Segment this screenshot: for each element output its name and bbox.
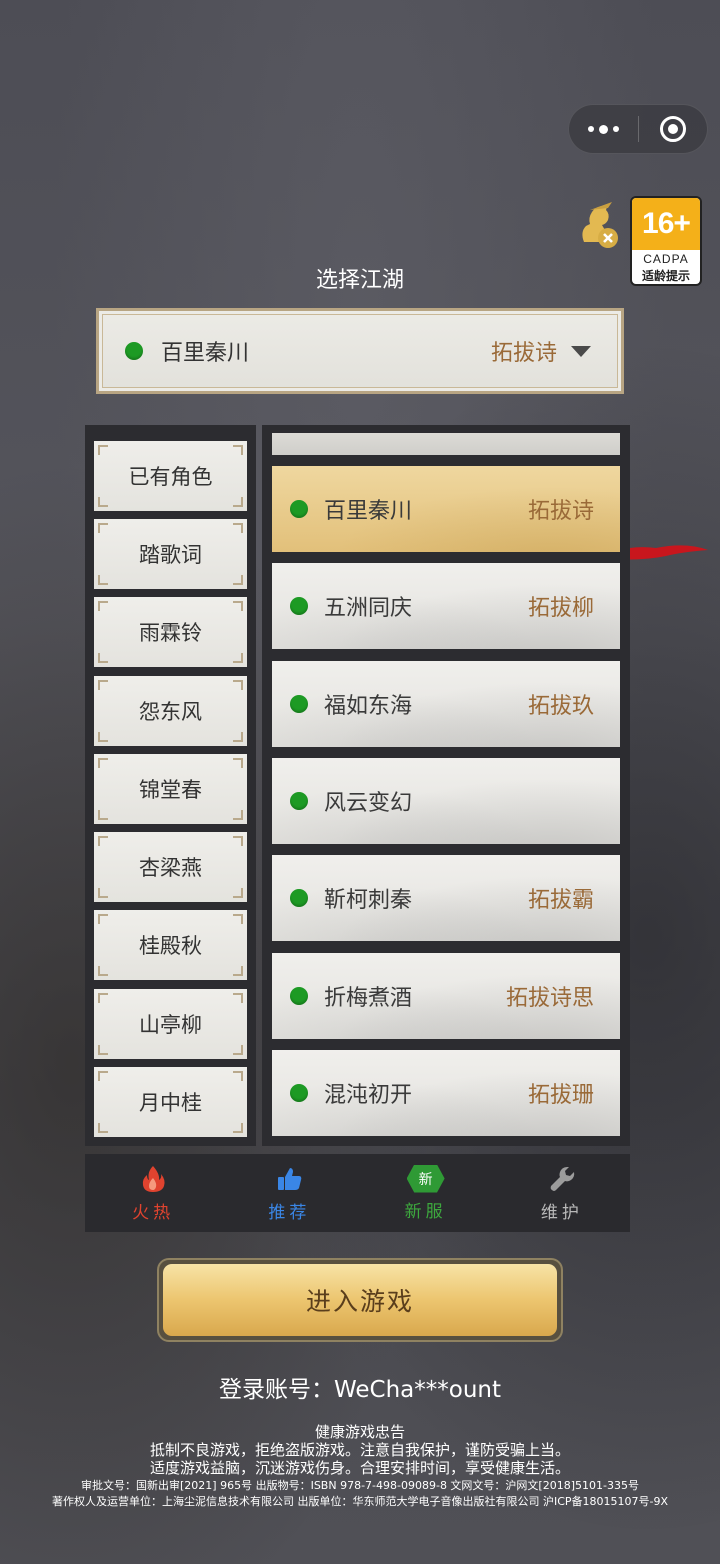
server-list: 百里秦川 拓拔诗 五洲同庆 拓拔柳 福如东海 拓拔玖 风云变幻 靳柯刺秦 拓拔霸… [262,425,630,1146]
server-name: 百里秦川 [324,499,413,524]
publisher-info-line: 著作权人及运营单位：上海尘泥信息技术有限公司 出版单位：华东师范大学电子音像出版… [51,1495,669,1508]
switch-character-icon[interactable] [570,198,622,250]
category-label: 桂殿秋 [139,934,202,958]
legend-maintenance[interactable]: 维护 [494,1154,630,1232]
category-label: 锦堂春 [139,778,202,802]
server-row[interactable]: 折梅煮酒 拓拔诗思 [272,953,620,1039]
legend-hot[interactable]: 火热 [85,1154,221,1232]
enter-game-label: 进入游戏 [163,1264,557,1336]
server-name: 混沌初开 [324,1083,413,1108]
category-tab[interactable]: 怨东风 [94,676,247,746]
server-row-selected[interactable]: 百里秦川 拓拔诗 [272,466,620,552]
server-name: 靳柯刺秦 [324,888,413,913]
thumbs-up-icon [278,1167,302,1190]
server-status-dot [290,889,308,907]
server-name: 福如东海 [324,694,413,719]
wrench-icon [550,1166,575,1191]
server-status-dot [290,987,308,1005]
server-name: 折梅煮酒 [324,986,413,1011]
server-role: 拓拔诗思 [505,986,594,1011]
server-row[interactable]: 风云变幻 [272,758,620,844]
server-status-dot [290,792,308,810]
server-row[interactable]: 混沌初开 拓拔珊 [272,1050,620,1136]
chevron-down-icon [571,345,591,357]
legend-maintenance-label: 维护 [540,1202,583,1223]
enter-game-button[interactable]: 进入游戏 [157,1258,563,1342]
category-label: 怨东风 [139,700,202,724]
selected-role-name: 拓拔诗 [490,341,557,366]
server-status-legend: 火热 推荐 新 新服 维护 [85,1154,630,1232]
server-name: 五洲同庆 [324,596,413,621]
category-label: 雨霖铃 [139,621,202,645]
health-notice-line: 适度游戏益脑，沉迷游戏伤身。合理安排时间，享受健康生活。 [149,1459,570,1477]
selected-server-name: 百里秦川 [161,341,250,366]
category-label: 山亭柳 [139,1013,202,1037]
legend-recommend-label: 推荐 [268,1202,311,1223]
server-list-scroll-edge [272,433,620,455]
server-selector[interactable]: 百里秦川 拓拔诗 [96,308,624,394]
server-role: 拓拔珊 [527,1083,594,1108]
legend-hot-label: 火热 [132,1202,175,1223]
server-status-dot [290,500,308,518]
server-role: 拓拔霸 [527,888,594,913]
flame-icon [142,1165,165,1192]
legend-recommend[interactable]: 推荐 [221,1154,357,1232]
server-row[interactable]: 靳柯刺秦 拓拔霸 [272,855,620,941]
category-tab[interactable]: 锦堂春 [94,754,247,824]
server-status-dot [125,342,143,360]
more-dots-icon [587,124,619,134]
legend-new-label: 新服 [404,1201,447,1222]
category-label: 已有角色 [128,465,213,489]
login-account: 登录账号：WeCha***ount [218,1377,502,1403]
server-row[interactable]: 福如东海 拓拔玖 [272,661,620,747]
category-label: 月中桂 [139,1091,202,1115]
server-status-dot [290,597,308,615]
server-status-dot [290,695,308,713]
age-rating-number: 16+ [632,198,700,250]
server-role: 拓拔诗 [527,499,594,524]
legend-new[interactable]: 新 新服 [358,1154,494,1232]
server-name: 风云变幻 [324,791,413,816]
license-info-line: 审批文号：国新出审[2021] 965号 出版物号：ISBN 978-7-498… [81,1479,639,1492]
server-status-dot [290,1084,308,1102]
miniprogram-capsule [568,104,708,154]
new-badge-icon: 新 [406,1164,445,1193]
category-tab[interactable]: 山亭柳 [94,989,247,1059]
server-role: 拓拔玖 [527,694,594,719]
page-title: 选择江湖 [315,268,404,293]
server-row[interactable]: 五洲同庆 拓拔柳 [272,563,620,649]
server-role: 拓拔柳 [527,596,594,621]
category-tab[interactable]: 月中桂 [94,1067,247,1137]
close-miniprogram-button[interactable] [639,104,708,154]
target-circle-icon [659,116,686,142]
category-tab[interactable]: 桂殿秋 [94,910,247,980]
category-tab[interactable]: 踏歌词 [94,519,247,589]
category-tab[interactable]: 雨霖铃 [94,597,247,667]
category-tab-owned[interactable]: 已有角色 [94,441,247,511]
category-label: 杏梁燕 [139,856,202,880]
more-button[interactable] [569,104,638,154]
category-panel: 已有角色 踏歌词 雨霖铃 怨东风 锦堂春 杏梁燕 桂殿秋 山亭柳 月中桂 [85,425,256,1146]
category-tab[interactable]: 杏梁燕 [94,832,247,902]
category-label: 踏歌词 [139,543,202,567]
